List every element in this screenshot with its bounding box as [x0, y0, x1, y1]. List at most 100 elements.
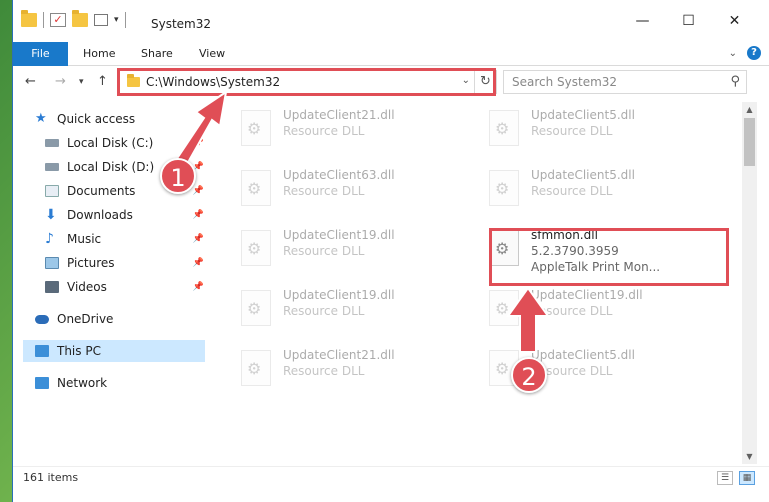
dll-file-icon [489, 230, 519, 266]
sidebar-item-music[interactable]: ♪ Music 📌 [45, 228, 240, 250]
file-name: UpdateClient19.dll [531, 288, 643, 302]
file-type: Resource DLL [531, 304, 613, 318]
file-tile[interactable]: UpdateClient21.dll Resource DLL [235, 344, 465, 392]
ribbon-controls: ⌄ ? [729, 46, 761, 60]
file-name: sfmmon.dll [531, 228, 598, 242]
file-type: Resource DLL [283, 304, 365, 318]
file-type: Resource DLL [531, 184, 613, 198]
ribbon-tabs: File Home Share View ⌄ ? [13, 38, 769, 66]
forward-button[interactable]: → [55, 74, 66, 89]
pin-icon[interactable]: 📌 [193, 282, 204, 292]
sidebar-item-local-disk-c[interactable]: Local Disk (C:) 📌 [45, 132, 240, 154]
sidebar-item-pictures[interactable]: Pictures 📌 [45, 252, 240, 274]
quick-access-toolbar: ✓ ▾ [21, 10, 126, 28]
address-path[interactable]: C:\Windows\System32 [146, 75, 280, 89]
toolbar-separator [124, 12, 126, 28]
documents-icon [45, 185, 59, 197]
recent-locations-icon[interactable]: ▾ [79, 77, 84, 87]
properties-icon[interactable]: ✓ [50, 13, 66, 27]
sidebar-item-videos[interactable]: Videos 📌 [45, 276, 240, 298]
scroll-up-icon[interactable]: ▲ [742, 102, 757, 117]
dll-file-icon [489, 170, 519, 206]
file-name: UpdateClient19.dll [283, 288, 395, 302]
maximize-button[interactable]: ☐ [666, 10, 711, 32]
file-name: UpdateClient5.dll [531, 348, 635, 362]
back-button[interactable]: ← [25, 74, 36, 89]
pin-icon[interactable]: 📌 [193, 258, 204, 268]
file-tile[interactable]: UpdateClient19.dll Resource DLL [235, 224, 465, 272]
step-1-callout: 1 [160, 158, 196, 194]
file-description: AppleTalk Print Mon... [531, 260, 661, 274]
pin-icon[interactable]: 📌 [193, 138, 204, 148]
drive-icon [45, 139, 59, 147]
sidebar-item-label: Videos [67, 280, 107, 294]
address-bar[interactable]: C:\Windows\System32 ⌄ ↻ [117, 70, 497, 94]
folder-icon [127, 74, 140, 87]
navigation-pane: ★ Quick access Local Disk (C:) 📌 Local D… [13, 102, 208, 464]
window-title: System32 [151, 17, 212, 31]
file-tile[interactable]: UpdateClient19.dll Resource DLL [235, 284, 465, 332]
customize-toolbar-icon[interactable] [94, 14, 108, 26]
vertical-scrollbar[interactable]: ▲ ▼ [742, 102, 757, 464]
sidebar-item-downloads[interactable]: ⬇ Downloads 📌 [45, 204, 240, 226]
file-tile[interactable]: UpdateClient5.dll Resource DLL [483, 164, 713, 212]
sidebar-item-network[interactable]: Network [35, 372, 230, 394]
tiles-view-icon[interactable]: ▦ [739, 471, 755, 485]
sidebar-item-this-pc[interactable]: This PC [23, 340, 205, 362]
file-type: Resource DLL [283, 124, 365, 138]
file-tile[interactable]: UpdateClient63.dll Resource DLL [235, 164, 465, 212]
scroll-thumb[interactable] [744, 118, 755, 166]
expand-ribbon-icon[interactable]: ⌄ [729, 48, 737, 59]
file-name: UpdateClient21.dll [283, 108, 395, 122]
details-view-icon[interactable]: ☰ [717, 471, 733, 485]
sidebar-item-onedrive[interactable]: OneDrive [35, 308, 230, 330]
pin-icon[interactable]: 📌 [193, 234, 204, 244]
sidebar-item-label: Local Disk (C:) [67, 136, 154, 150]
search-box[interactable]: Search System32 ⚲ [503, 70, 747, 94]
tab-home[interactable]: Home [83, 42, 115, 66]
chevron-down-icon[interactable]: ⌄ [462, 75, 470, 86]
tab-file[interactable]: File [13, 42, 68, 66]
up-button[interactable]: ↑ [97, 74, 108, 89]
downloads-icon: ⬇ [45, 207, 57, 223]
search-input[interactable]: Search System32 [512, 75, 617, 89]
sidebar-item-label: Local Disk (D:) [67, 160, 155, 174]
pin-icon[interactable]: 📌 [193, 210, 204, 220]
file-type: Resource DLL [283, 244, 365, 258]
search-icon[interactable]: ⚲ [730, 74, 740, 89]
tab-view[interactable]: View [199, 42, 225, 66]
help-icon[interactable]: ? [747, 46, 761, 60]
file-tile-sfmmon[interactable]: sfmmon.dll 5.2.3790.3959 AppleTalk Print… [483, 224, 713, 274]
file-tile[interactable]: UpdateClient21.dll Resource DLL [235, 104, 465, 152]
file-list: UpdateClient21.dll Resource DLL UpdateCl… [221, 102, 741, 464]
minimize-button[interactable]: — [620, 10, 665, 32]
toolbar-dropdown-icon[interactable]: ▾ [114, 15, 119, 25]
sidebar-item-label: Network [57, 376, 108, 390]
dll-file-icon [489, 290, 519, 326]
explorer-window: ✓ ▾ System32 — ☐ ✕ File Home Share View … [12, 0, 769, 502]
file-name: UpdateClient5.dll [531, 108, 635, 122]
toolbar-separator [43, 12, 44, 28]
file-name: UpdateClient5.dll [531, 168, 635, 182]
network-icon [35, 377, 49, 389]
file-tile[interactable]: UpdateClient19.dll Resource DLL [483, 284, 713, 332]
file-type: Resource DLL [283, 184, 365, 198]
close-button[interactable]: ✕ [712, 10, 757, 32]
file-type: Resource DLL [283, 364, 365, 378]
sidebar-item-documents[interactable]: Documents 📌 [45, 180, 240, 202]
file-version: 5.2.3790.3959 [531, 244, 619, 258]
sidebar-item-local-disk-d[interactable]: Local Disk (D:) 📌 [45, 156, 240, 178]
folder-icon[interactable] [21, 10, 37, 27]
dll-file-icon [241, 290, 271, 326]
new-folder-icon[interactable] [72, 10, 88, 27]
sidebar-item-quick-access[interactable]: ★ Quick access [35, 108, 230, 130]
sidebar-item-label: Documents [67, 184, 136, 198]
refresh-button[interactable]: ↻ [474, 71, 496, 93]
tab-share[interactable]: Share [141, 42, 173, 66]
pin-icon[interactable]: 📌 [193, 186, 204, 196]
step-2-callout: 2 [511, 357, 547, 393]
scroll-down-icon[interactable]: ▼ [742, 449, 757, 464]
music-icon: ♪ [45, 231, 54, 247]
file-tile[interactable]: UpdateClient5.dll Resource DLL [483, 104, 713, 152]
address-row: ← → ▾ ↑ C:\Windows\System32 ⌄ ↻ Search S… [13, 66, 769, 100]
